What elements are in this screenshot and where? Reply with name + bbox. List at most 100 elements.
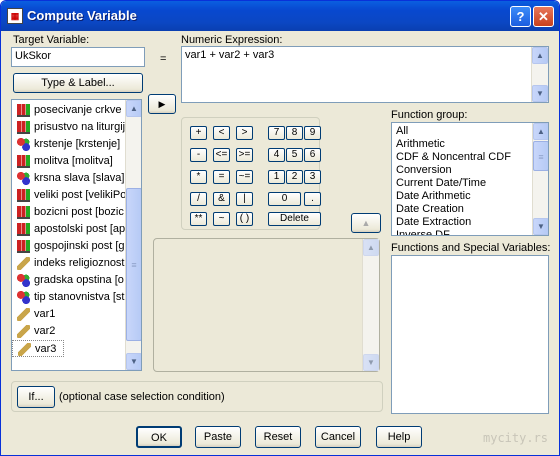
fg-scroll-up-icon[interactable]: ▲	[533, 123, 548, 140]
move-function-up-button[interactable]: ▲	[351, 213, 381, 233]
functions-list[interactable]	[391, 255, 549, 414]
function-group-item[interactable]: Current Date/Time	[393, 177, 533, 190]
variable-list-item[interactable]: gospojinski post [g	[12, 238, 125, 255]
title-bar[interactable]: ▦ Compute Variable ? ✕	[1, 1, 559, 31]
spss-grid-icon: ▦	[7, 8, 23, 24]
function-description-box: ▲ ▼	[153, 238, 380, 372]
function-group-item[interactable]: Date Extraction	[393, 216, 533, 229]
scale-ruler-icon	[18, 343, 31, 356]
variable-name: var1	[34, 308, 56, 320]
variable-list-item[interactable]: gradska opstina [o	[12, 272, 125, 289]
help-button[interactable]: Help	[376, 426, 422, 448]
target-variable-input[interactable]: UkSkor	[11, 47, 145, 67]
move-variable-button[interactable]: ▶	[148, 94, 176, 114]
ordinal-bar-icon	[17, 189, 30, 202]
function-group-item[interactable]: CDF & Noncentral CDF	[393, 151, 533, 164]
calc-key[interactable]: 7	[268, 126, 285, 140]
function-group-item[interactable]: Inverse DF	[393, 229, 533, 235]
calc-key[interactable]: +	[190, 126, 207, 140]
calc-key[interactable]: &	[213, 192, 230, 206]
variable-list-item[interactable]: tip stanovnistva [st	[12, 289, 125, 306]
fg-scroll-thumb[interactable]: ≡	[533, 141, 548, 171]
numeric-expression-label: Numeric Expression:	[181, 34, 283, 46]
fg-scroll-down-icon[interactable]: ▼	[533, 218, 548, 235]
calc-key[interactable]: <	[213, 126, 230, 140]
calc-key[interactable]: .	[304, 192, 321, 206]
calc-key[interactable]: |	[236, 192, 253, 206]
calc-key[interactable]: =	[213, 170, 230, 184]
calc-key[interactable]: 2	[286, 170, 303, 184]
variable-list-item[interactable]: apostolski post [ap	[12, 221, 125, 238]
variable-list-item[interactable]: indeks religioznosti	[12, 255, 125, 272]
ordinal-bar-icon	[17, 104, 30, 117]
calc-key[interactable]: *	[190, 170, 207, 184]
calc-key[interactable]: 9	[304, 126, 321, 140]
nominal-circles-icon	[17, 274, 30, 287]
calc-key[interactable]: 3	[304, 170, 321, 184]
desc-scroll-up-icon[interactable]: ▲	[363, 239, 379, 256]
close-button[interactable]: ✕	[533, 6, 554, 27]
scale-ruler-icon	[17, 325, 30, 338]
calc-key[interactable]: -	[190, 148, 207, 162]
if-button[interactable]: If...	[17, 386, 55, 408]
expr-scroll-up-icon[interactable]: ▲	[532, 47, 548, 64]
reset-button[interactable]: Reset	[255, 426, 301, 448]
function-group-item[interactable]: Arithmetic	[393, 138, 533, 151]
calc-key[interactable]: 0	[268, 192, 301, 206]
variable-list-item[interactable]: var3	[12, 340, 64, 357]
calc-key[interactable]: <=	[213, 148, 230, 162]
paste-button[interactable]: Paste	[195, 426, 241, 448]
calc-key[interactable]: ~=	[236, 170, 253, 184]
calculator-pad: + < >7 8 9 - <= >= 4 5 6 * = ~= 1 2 3 /& | 0. ** ~ ( ) Delete	[181, 117, 321, 230]
variable-list-item[interactable]: prisustvo na liturgiji	[12, 119, 125, 136]
compute-variable-dialog: ▦ Compute Variable ? ✕ Target Variable: …	[0, 0, 560, 456]
desc-scroll-down-icon[interactable]: ▼	[363, 354, 379, 371]
variable-list-item[interactable]: posecivanje crkve	[12, 102, 125, 119]
calc-key[interactable]: 8	[286, 126, 303, 140]
calc-key[interactable]: /	[190, 192, 207, 206]
calc-key[interactable]: ( )	[236, 212, 253, 226]
ok-button[interactable]: OK	[136, 426, 182, 448]
function-group-item[interactable]: Date Creation	[393, 203, 533, 216]
nominal-circles-icon	[17, 172, 30, 185]
calc-key[interactable]: 5	[286, 148, 303, 162]
cancel-button[interactable]: Cancel	[315, 426, 361, 448]
scale-ruler-icon	[17, 257, 30, 270]
ordinal-bar-icon	[17, 240, 30, 253]
variable-list-scrollbar[interactable]: ▲ ≡ ▼	[125, 100, 141, 370]
expression-scrollbar[interactable]: ▲ ▼	[531, 47, 548, 102]
variable-list-item[interactable]: molitva [molitva]	[12, 153, 125, 170]
variable-list-item[interactable]: var2	[12, 323, 125, 340]
function-group-scrollbar[interactable]: ▲ ≡ ▼	[532, 123, 548, 235]
variable-list-item[interactable]: krstenje [krstenje]	[12, 136, 125, 153]
scroll-down-arrow-icon[interactable]: ▼	[126, 353, 141, 370]
calc-key[interactable]: 4	[268, 148, 285, 162]
scroll-up-arrow-icon[interactable]: ▲	[126, 100, 141, 117]
calc-key[interactable]: ~	[213, 212, 230, 226]
type-label-button[interactable]: Type & Label...	[13, 73, 143, 93]
calc-key[interactable]: Delete	[268, 212, 321, 226]
calc-key[interactable]: >=	[236, 148, 253, 162]
function-group-item[interactable]: Conversion	[393, 164, 533, 177]
calc-key[interactable]: 1	[268, 170, 285, 184]
variable-name: krstenje [krstenje]	[34, 138, 121, 150]
ordinal-bar-icon	[17, 121, 30, 134]
function-group-item[interactable]: Date Arithmetic	[393, 190, 533, 203]
if-description: (optional case selection condition)	[59, 391, 225, 403]
function-group-list[interactable]: All Arithmetic CDF & Noncentral CDF Convers…	[391, 122, 549, 236]
variable-list-item[interactable]: bozicni post [bozic	[12, 204, 125, 221]
calc-key[interactable]: >	[236, 126, 253, 140]
scroll-thumb[interactable]: ≡	[126, 188, 141, 341]
variable-list-item[interactable]: krsna slava [slava]	[12, 170, 125, 187]
help-title-button[interactable]: ?	[510, 6, 531, 27]
variable-list-item[interactable]: var1	[12, 306, 125, 323]
variable-list-item[interactable]: veliki post [velikiPo	[12, 187, 125, 204]
function-group-item[interactable]: All	[393, 125, 533, 138]
description-scrollbar[interactable]: ▲ ▼	[362, 239, 379, 371]
calc-key[interactable]: 6	[304, 148, 321, 162]
numeric-expression-textarea[interactable]: var1 + var2 + var3 ▲ ▼	[181, 46, 549, 103]
variable-list[interactable]: posecivanje crkve prisustvo na liturgiji k…	[11, 99, 142, 371]
calc-key[interactable]: **	[190, 212, 207, 226]
expr-scroll-down-icon[interactable]: ▼	[532, 85, 548, 102]
scale-ruler-icon	[17, 308, 30, 321]
